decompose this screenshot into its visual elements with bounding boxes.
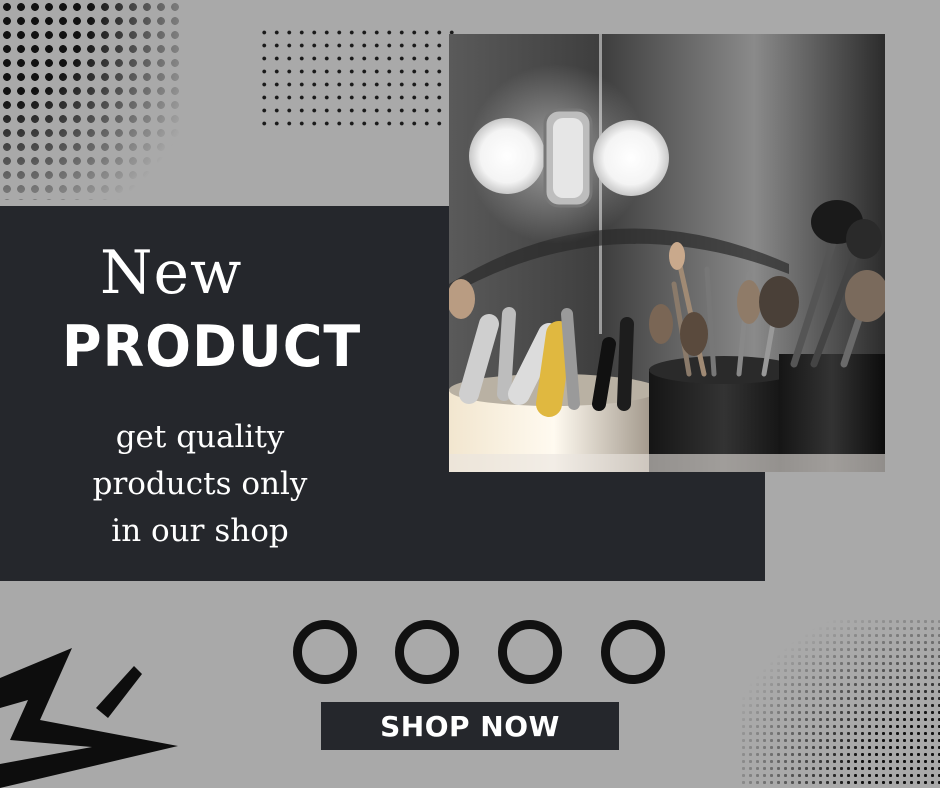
- tagline-line: products only: [92, 466, 308, 502]
- tagline-line: in our shop: [111, 513, 289, 549]
- tagline: get quality products only in our shop: [60, 414, 340, 555]
- ring-icon: [293, 620, 357, 684]
- headline-product: PRODUCT: [62, 313, 362, 380]
- dot-grid-pattern: [258, 26, 458, 132]
- tagline-line: get quality: [115, 419, 285, 455]
- ring-icon: [498, 620, 562, 684]
- headline-new: New: [100, 238, 243, 308]
- ring-icon: [601, 620, 665, 684]
- makeup-brushes-image: [449, 34, 885, 472]
- product-photo: [449, 34, 885, 472]
- ring-icon: [395, 620, 459, 684]
- decorative-rings: [293, 620, 673, 684]
- shop-now-button[interactable]: SHOP NOW: [321, 702, 619, 750]
- halftone-pattern-bottom-right: [740, 618, 940, 788]
- halftone-pattern-top-left: [0, 0, 180, 200]
- lightning-bolt-icon: [0, 648, 178, 788]
